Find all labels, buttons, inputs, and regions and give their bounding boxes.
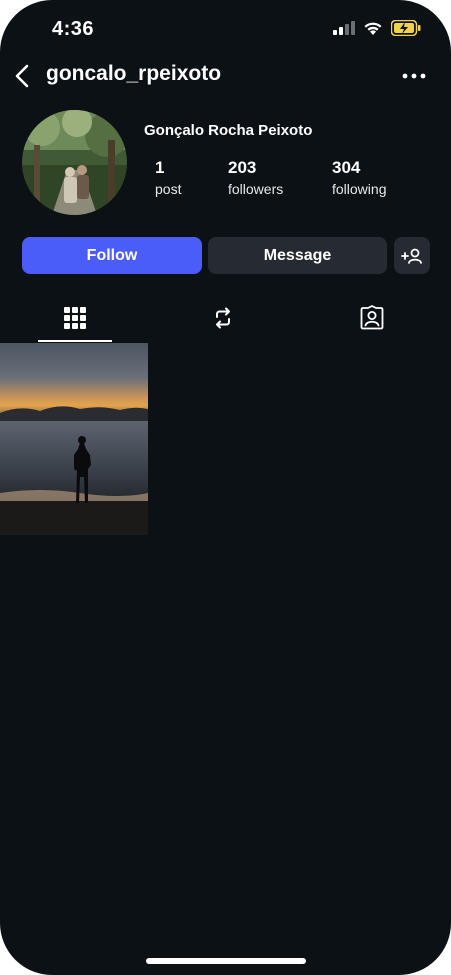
- avatar-photo: [22, 110, 127, 215]
- back-button[interactable]: [12, 62, 36, 90]
- battery-charging-icon: [391, 20, 421, 36]
- add-person-icon: [401, 248, 422, 264]
- repost-icon: [216, 307, 230, 329]
- stat-label: post: [155, 181, 182, 197]
- stat-label: following: [332, 181, 387, 197]
- stat-label: followers: [228, 181, 284, 197]
- stat-value: 304: [332, 158, 361, 177]
- tab-posts-grid[interactable]: [38, 296, 112, 340]
- post-photo: [0, 343, 148, 535]
- wifi-icon: [364, 22, 382, 35]
- follow-button[interactable]: Follow: [22, 237, 202, 274]
- avatar[interactable]: [22, 110, 127, 215]
- grid-icon: [64, 307, 86, 329]
- stat-following[interactable]: 304 following: [332, 158, 386, 197]
- profile-username: goncalo_rpeixoto: [46, 62, 222, 85]
- more-options-button[interactable]: [401, 66, 427, 86]
- cellular-signal-icon: [333, 21, 355, 35]
- status-time: 4:36: [52, 18, 95, 40]
- message-button[interactable]: Message: [208, 237, 387, 274]
- stat-followers[interactable]: 203 followers: [228, 158, 283, 197]
- stat-value: 203: [228, 158, 257, 177]
- tab-tagged[interactable]: [335, 296, 409, 340]
- tagged-person-icon: [360, 305, 384, 330]
- stat-value: 1: [155, 158, 165, 177]
- add-user-button[interactable]: [394, 237, 430, 274]
- stat-posts[interactable]: 1 post: [155, 158, 181, 197]
- selected-tab-indicator: [38, 340, 112, 342]
- status-icons: [333, 20, 421, 36]
- phone-screen: 4:36 goncalo_rpeixoto Gonçalo Rocha Peix…: [0, 0, 451, 975]
- profile-full-name: Gonçalo Rocha Peixoto: [144, 122, 313, 139]
- home-indicator[interactable]: [146, 958, 306, 964]
- post-thumbnail[interactable]: [0, 343, 148, 535]
- tab-reposts[interactable]: [186, 296, 260, 340]
